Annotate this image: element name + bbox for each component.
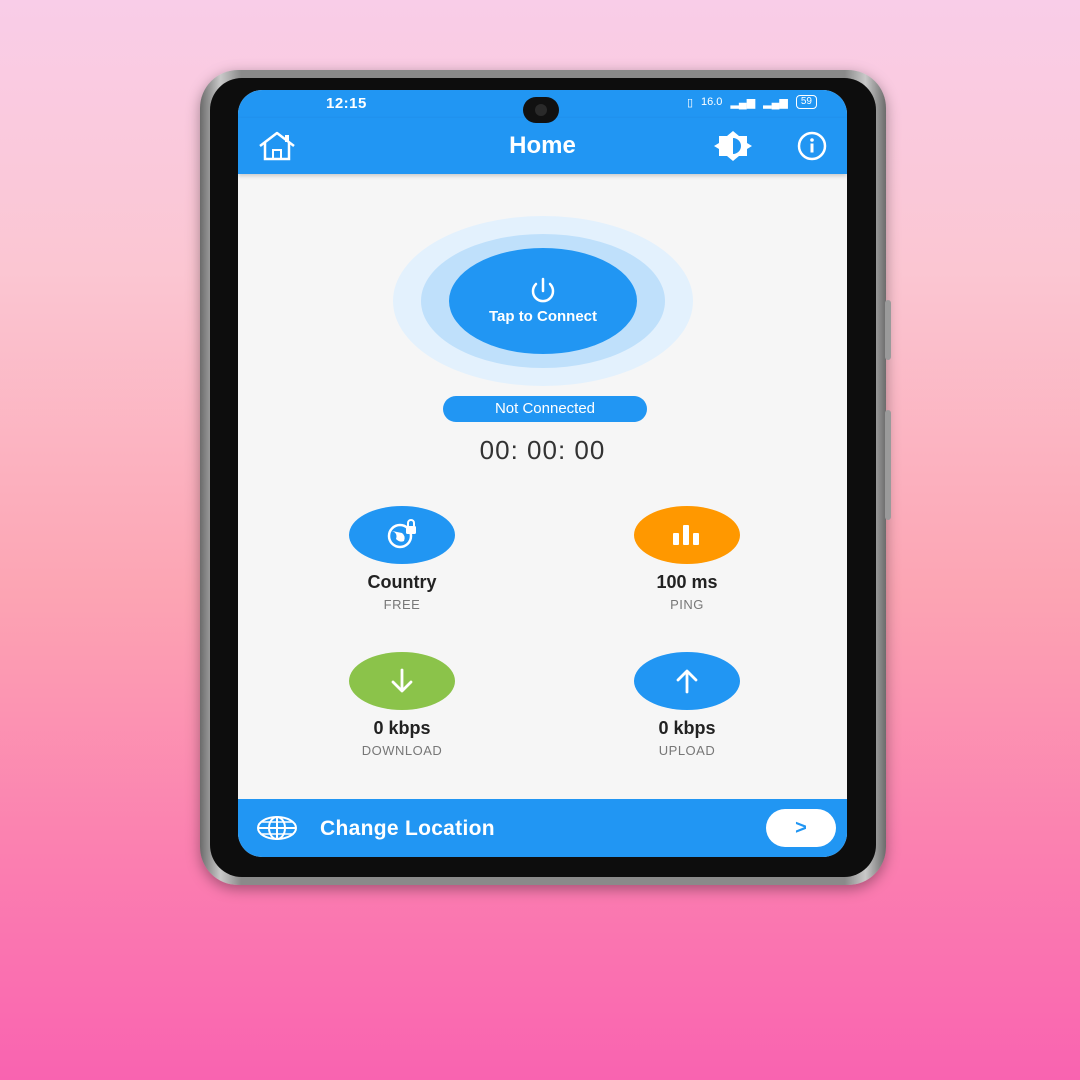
connection-status-badge: Not Connected xyxy=(443,396,647,422)
stat-country-circle xyxy=(349,506,455,564)
stat-upload-caption: UPLOAD xyxy=(658,743,716,758)
vibrate-icon: ▯ xyxy=(686,96,694,109)
power-button xyxy=(885,410,891,520)
globe-lock-icon xyxy=(387,519,416,549)
stat-download-caption: DOWNLOAD xyxy=(361,743,443,758)
stat-upload: 0 kbps UPLOAD xyxy=(607,652,767,758)
front-camera xyxy=(523,97,559,123)
app-screen: 12:15 ▯ 16.0 ▂▄▆ ▂▄▆ 59 Home Tap to Conn… xyxy=(238,90,847,857)
battery-icon: 59 xyxy=(795,95,817,109)
volume-button xyxy=(885,300,891,360)
arrow-up-icon xyxy=(676,669,698,694)
connect-area: Tap to Connect xyxy=(393,216,693,386)
connection-timer: 00: 00: 00 xyxy=(479,435,606,465)
bar-chart-icon xyxy=(673,525,699,545)
change-location-go-button[interactable]: > xyxy=(766,809,836,847)
info-button[interactable] xyxy=(789,130,835,162)
app-bar: Home xyxy=(238,118,847,174)
stat-ping-circle xyxy=(634,506,740,564)
stat-ping-value: 100 ms xyxy=(656,572,718,592)
signal-icon: ▂▄▆ xyxy=(730,96,756,109)
stat-country-caption: FREE xyxy=(383,597,421,612)
stat-country[interactable]: Country FREE xyxy=(322,506,482,612)
connect-button[interactable]: Tap to Connect xyxy=(449,248,637,354)
stat-download-value: 0 kbps xyxy=(373,718,431,738)
connect-label: Tap to Connect xyxy=(488,308,598,325)
theme-toggle-button[interactable] xyxy=(710,130,756,162)
net-speed: 16.0 xyxy=(701,96,723,108)
stat-upload-circle xyxy=(634,652,740,710)
change-location-label: Change Location xyxy=(320,817,495,840)
info-icon xyxy=(797,131,827,161)
stat-country-value: Country xyxy=(367,572,437,592)
stat-ping: 100 ms PING xyxy=(607,506,767,612)
status-time: 12:15 xyxy=(326,95,367,112)
stat-upload-value: 0 kbps xyxy=(658,718,716,738)
globe-icon xyxy=(257,816,297,840)
power-icon xyxy=(531,277,555,303)
signal-icon-2: ▂▄▆ xyxy=(763,96,788,109)
status-bar: 12:15 ▯ 16.0 ▂▄▆ ▂▄▆ 59 xyxy=(238,90,847,123)
stat-ping-caption: PING xyxy=(670,597,704,612)
stat-download-circle xyxy=(349,652,455,710)
brightness-icon xyxy=(714,131,752,161)
arrow-down-icon xyxy=(391,668,413,693)
stat-download: 0 kbps DOWNLOAD xyxy=(322,652,482,758)
status-icons: ▯ 16.0 ▂▄▆ ▂▄▆ 59 xyxy=(687,95,817,109)
change-location-bar[interactable]: Change Location > xyxy=(238,799,847,857)
